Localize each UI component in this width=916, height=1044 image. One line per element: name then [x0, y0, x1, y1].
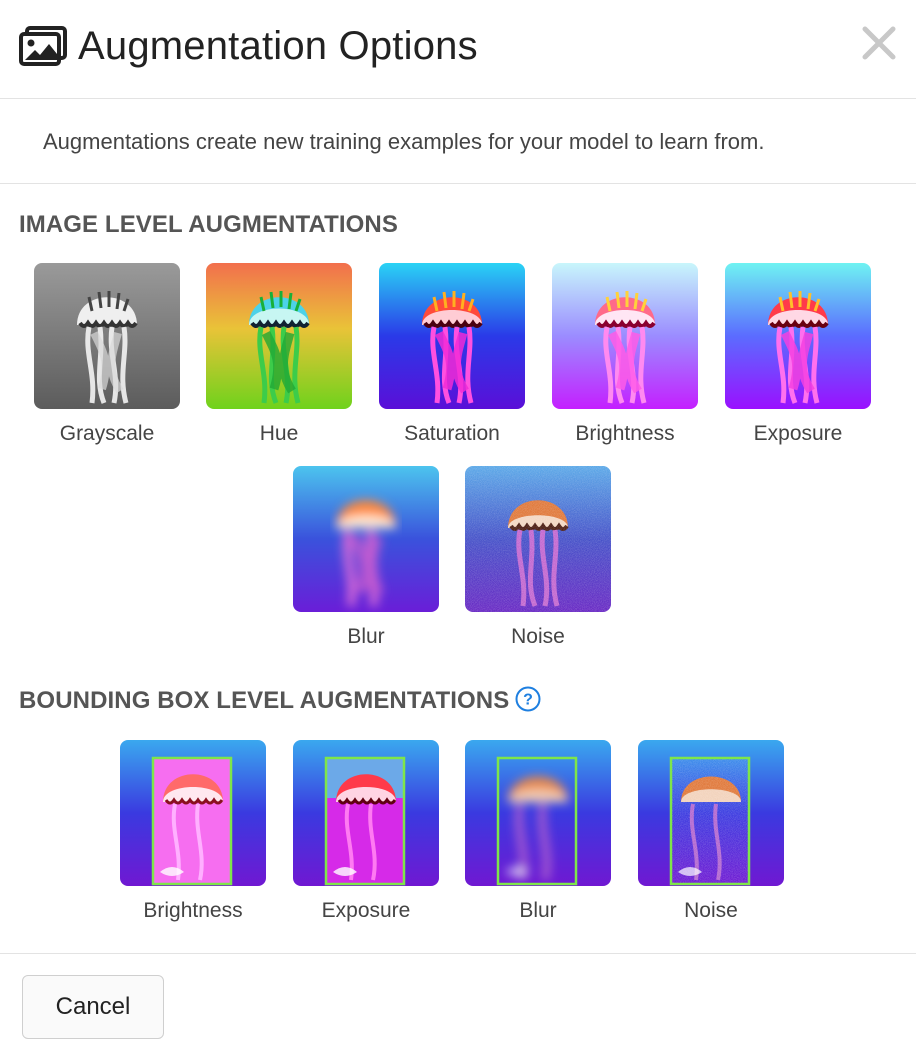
augmentation-label: Brightness: [143, 899, 243, 922]
description-bar: Augmentations create new training exampl…: [0, 100, 916, 184]
augmentation-label: Grayscale: [59, 422, 155, 445]
noise-thumbnail: [465, 466, 611, 612]
bbox-noise-thumbnail: [638, 740, 784, 886]
augmentation-label: Noise: [511, 625, 565, 648]
augmentation-label: Exposure: [321, 899, 411, 922]
bbox-brightness-thumbnail: [120, 740, 266, 886]
augmentation-label: Blur: [347, 625, 385, 648]
augmentation-brightness[interactable]: Brightness: [552, 263, 698, 446]
exposure-thumbnail: [725, 263, 871, 409]
bbox-blur-thumbnail: [465, 740, 611, 886]
bbox-augmentation-blur[interactable]: Blur: [465, 740, 611, 923]
augmentation-label: Exposure: [753, 422, 843, 445]
augmentation-label: Hue: [259, 422, 299, 445]
augmentation-saturation[interactable]: Saturation: [379, 263, 525, 446]
dialog-header: Augmentation Options: [0, 0, 916, 99]
bbox-augmentation-noise[interactable]: Noise: [638, 740, 784, 923]
images-icon: [19, 26, 67, 66]
footer-divider: [0, 953, 916, 954]
bbox-level-title: BOUNDING BOX LEVEL AUGMENTATIONS?: [19, 686, 541, 715]
blur-thumbnail: [293, 466, 439, 612]
saturation-thumbnail: [379, 263, 525, 409]
augmentation-label: Brightness: [575, 422, 675, 445]
description-text: Augmentations create new training exampl…: [43, 129, 765, 154]
augmentation-noise[interactable]: Noise: [465, 466, 611, 649]
help-icon[interactable]: ?: [515, 686, 541, 712]
cancel-button[interactable]: Cancel: [22, 975, 164, 1039]
augmentation-label: Saturation: [404, 422, 500, 445]
dialog-title: Augmentation Options: [78, 24, 478, 68]
bbox-augmentation-brightness[interactable]: Brightness: [120, 740, 266, 923]
bbox-level-title-text: BOUNDING BOX LEVEL AUGMENTATIONS: [19, 687, 510, 714]
augmentation-blur[interactable]: Blur: [293, 466, 439, 649]
augmentation-grayscale[interactable]: Grayscale: [34, 263, 180, 446]
augmentation-hue[interactable]: Hue: [206, 263, 352, 446]
augmentation-label: Noise: [684, 899, 738, 922]
brightness-thumbnail: [552, 263, 698, 409]
close-icon[interactable]: [860, 24, 898, 62]
bbox-exposure-thumbnail: [293, 740, 439, 886]
augmentation-label: Blur: [519, 899, 557, 922]
image-level-title: IMAGE LEVEL AUGMENTATIONS: [19, 211, 398, 238]
bbox-augmentation-exposure[interactable]: Exposure: [293, 740, 439, 923]
svg-text:?: ?: [523, 691, 533, 708]
augmentation-exposure[interactable]: Exposure: [725, 263, 871, 446]
hue-thumbnail: [206, 263, 352, 409]
grayscale-thumbnail: [34, 263, 180, 409]
